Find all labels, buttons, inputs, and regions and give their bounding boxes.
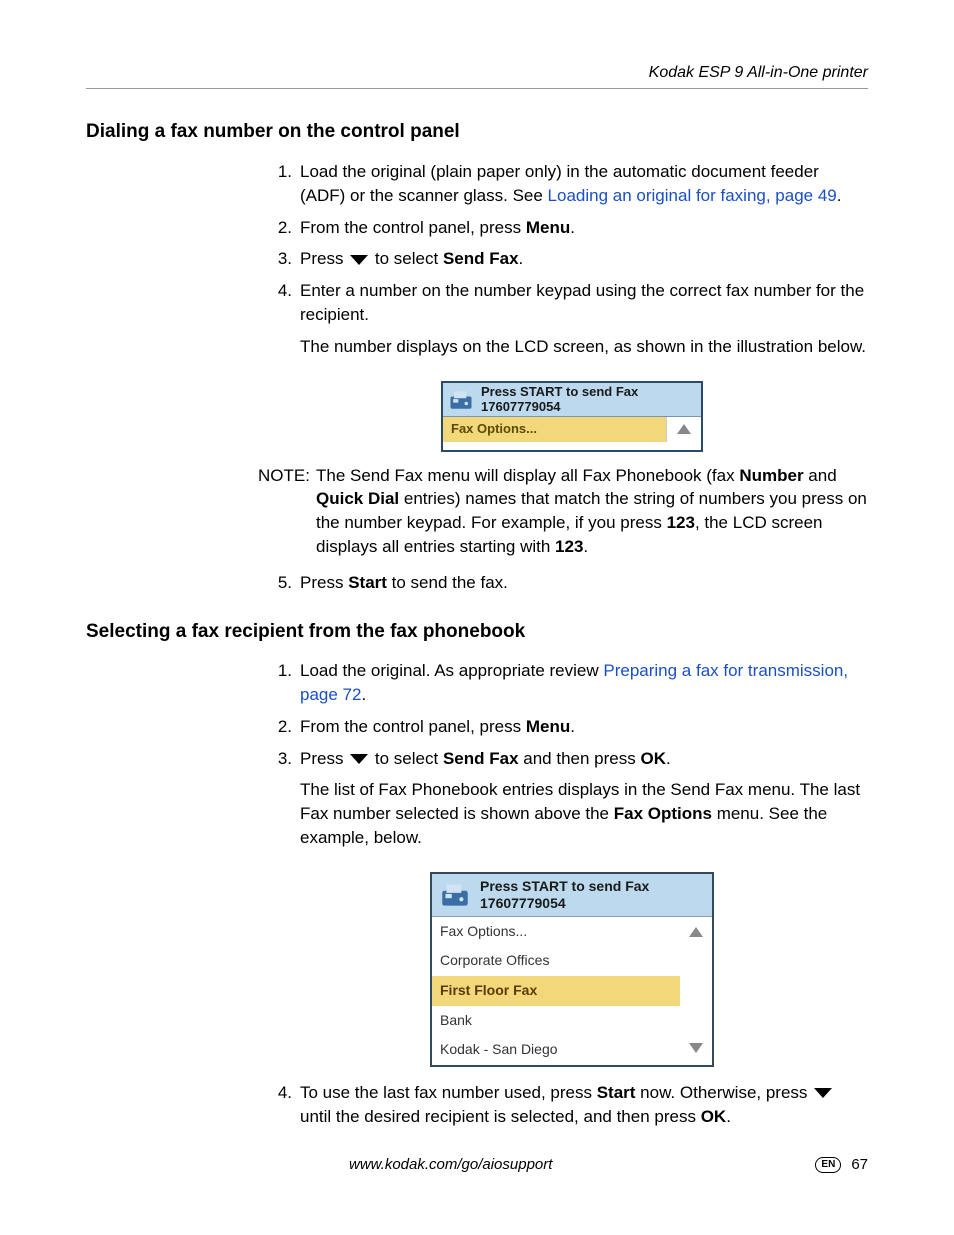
text: The number displays on the LCD screen, a… <box>300 335 868 359</box>
step-number: 2. <box>276 715 300 739</box>
step-body: To use the last fax number used, press S… <box>300 1081 868 1129</box>
step-number: 2. <box>276 216 300 240</box>
text: now. Otherwise, press <box>635 1083 812 1102</box>
lcd-item-kodak-sd: Kodak - San Diego <box>432 1035 680 1065</box>
footer-url: www.kodak.com/go/aiosupport <box>86 1154 815 1175</box>
step-number: 4. <box>276 279 300 366</box>
text: To use the last fax number used, press <box>300 1083 597 1102</box>
text: until the desired recipient is selected,… <box>300 1107 701 1126</box>
link-loading-original[interactable]: Loading an original for faxing, page 49 <box>548 186 837 205</box>
text: to select <box>370 249 443 268</box>
step-number: 1. <box>276 160 300 208</box>
step-number: 3. <box>276 747 300 858</box>
fax-machine-icon <box>438 878 472 912</box>
bold-ok: OK <box>640 749 666 768</box>
page-number: 67 <box>851 1154 868 1175</box>
text: Press <box>300 749 348 768</box>
section-heading-dialing: Dialing a fax number on the control pane… <box>86 119 868 146</box>
bold-menu: Menu <box>526 717 570 736</box>
up-triangle-icon <box>667 419 701 439</box>
text: Press <box>300 573 348 592</box>
bold-ok: OK <box>701 1107 727 1126</box>
lcd-item-fax-options: Fax Options... <box>432 917 680 947</box>
text: . <box>361 685 366 704</box>
steps-list-1b: 5. Press Start to send the fax. <box>276 571 868 595</box>
page-header: Kodak ESP 9 All-in-One printer <box>86 62 868 89</box>
text: Load the original. As appropriate review <box>300 661 603 680</box>
lcd-item-bank: Bank <box>432 1006 680 1036</box>
text: Press <box>300 249 348 268</box>
text: to send the fax. <box>387 573 508 592</box>
note-body: The Send Fax menu will display all Fax P… <box>316 464 868 559</box>
down-triangle-icon <box>689 1039 703 1059</box>
up-triangle-icon <box>689 923 703 943</box>
text: . <box>583 537 588 556</box>
bold-quick-dial: Quick Dial <box>316 489 399 508</box>
text: . <box>666 749 671 768</box>
bold-123: 123 <box>667 513 695 532</box>
text: . <box>519 249 524 268</box>
text: Enter a number on the number keypad usin… <box>300 279 868 327</box>
text: and <box>804 466 837 485</box>
step-number: 3. <box>276 247 300 271</box>
bold-fax-options: Fax Options <box>614 804 712 823</box>
text: From the control panel, press <box>300 218 526 237</box>
step-body: Enter a number on the number keypad usin… <box>300 279 868 366</box>
steps-list-2: 1. Load the original. As appropriate rev… <box>276 659 868 858</box>
section-heading-selecting: Selecting a fax recipient from the fax p… <box>86 619 868 646</box>
text: From the control panel, press <box>300 717 526 736</box>
step-body: From the control panel, press Menu. <box>300 216 868 240</box>
bold-send-fax: Send Fax <box>443 249 519 268</box>
text: The Send Fax menu will display all Fax P… <box>316 466 739 485</box>
lcd-illustration-2: Press START to send Fax 17607779054 Fax … <box>276 872 868 1067</box>
lcd-title-line1: Press START to send Fax <box>480 878 649 895</box>
page-footer: www.kodak.com/go/aiosupport EN 67 <box>86 1154 868 1175</box>
note-block: NOTE: The Send Fax menu will display all… <box>258 464 868 559</box>
text: . <box>837 186 842 205</box>
step-body: Load the original (plain paper only) in … <box>300 160 868 208</box>
down-arrow-icon <box>814 1088 832 1098</box>
note-label: NOTE: <box>258 464 316 559</box>
bold-number: Number <box>739 466 803 485</box>
text: and then press <box>519 749 641 768</box>
lcd-fax-options: Fax Options... <box>443 417 667 441</box>
down-arrow-icon <box>350 255 368 265</box>
lcd-item-first-floor-selected: First Floor Fax <box>432 976 680 1006</box>
down-arrow-icon <box>350 754 368 764</box>
step-body: Press Start to send the fax. <box>300 571 868 595</box>
fax-machine-icon <box>447 386 475 414</box>
language-badge: EN <box>815 1157 841 1173</box>
bold-start: Start <box>597 1083 636 1102</box>
step-body: Load the original. As appropriate review… <box>300 659 868 707</box>
lcd-item-corporate: Corporate Offices <box>432 946 680 976</box>
steps-list-1: 1. Load the original (plain paper only) … <box>276 160 868 367</box>
text: . <box>570 218 575 237</box>
step-number: 1. <box>276 659 300 707</box>
steps-list-2b: 4. To use the last fax number used, pres… <box>276 1081 868 1129</box>
step-body: Press to select Send Fax and then press … <box>300 747 868 858</box>
lcd-title-line1: Press START to send Fax <box>481 385 638 400</box>
lcd-illustration-1: Press START to send Fax 17607779054 Fax … <box>276 381 868 452</box>
text: to select <box>370 749 443 768</box>
lcd-title-line2: 17607779054 <box>480 895 649 912</box>
bold-menu: Menu <box>526 218 570 237</box>
text: . <box>726 1107 731 1126</box>
lcd-list: Fax Options... Corporate Offices First F… <box>432 917 680 1065</box>
step-number: 4. <box>276 1081 300 1129</box>
step-body: From the control panel, press Menu. <box>300 715 868 739</box>
step-number: 5. <box>276 571 300 595</box>
step-body: Press to select Send Fax. <box>300 247 868 271</box>
bold-send-fax: Send Fax <box>443 749 519 768</box>
lcd-title-line2: 17607779054 <box>481 400 638 415</box>
bold-123: 123 <box>555 537 583 556</box>
bold-start: Start <box>348 573 387 592</box>
text: . <box>570 717 575 736</box>
